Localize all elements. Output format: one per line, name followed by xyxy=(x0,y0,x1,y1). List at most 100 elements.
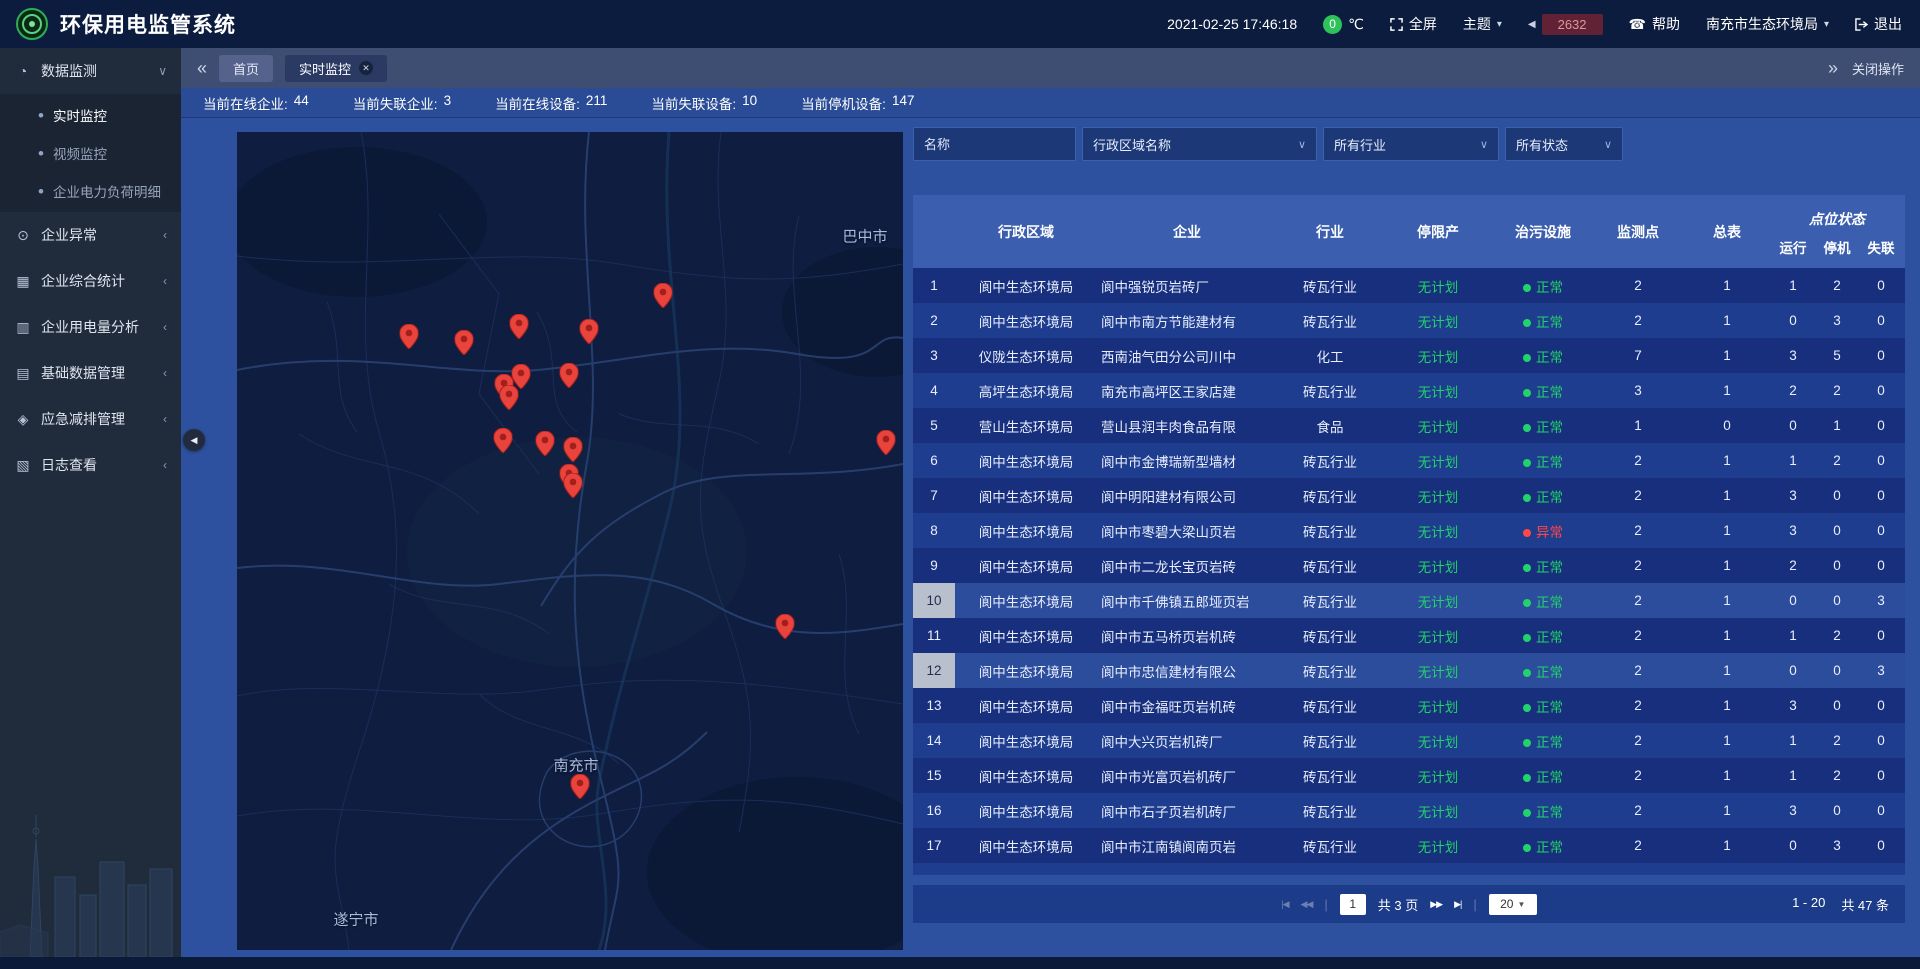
map-pin-icon[interactable] xyxy=(510,314,529,339)
table-row[interactable]: 17阆中生态环境局阆中市江南镇阆南页岩砖瓦行业无计划正常21030 xyxy=(913,828,1905,863)
map-pin-icon[interactable] xyxy=(580,319,599,344)
cell-running: 3 xyxy=(1771,348,1815,363)
name-filter-input[interactable] xyxy=(913,127,1076,161)
table-row[interactable]: 8阆中生态环境局阆中市枣碧大梁山页岩砖瓦行业无计划异常21300 xyxy=(913,513,1905,548)
map-pin-icon[interactable] xyxy=(776,614,795,639)
map-pin-icon[interactable] xyxy=(564,473,583,498)
region-filter-select[interactable]: 行政区域名称 ∨ xyxy=(1082,127,1317,161)
bullet-icon: • xyxy=(38,107,44,124)
table-row[interactable]: 15阆中生态环境局阆中市光富页岩机砖厂砖瓦行业无计划正常21120 xyxy=(913,758,1905,793)
cell-industry: 砖瓦行业 xyxy=(1277,836,1383,856)
table-row[interactable]: 13阆中生态环境局阆中市金福旺页岩机砖砖瓦行业无计划正常21300 xyxy=(913,688,1905,723)
stat-item: 当前在线设备:211 xyxy=(495,93,607,113)
table-row[interactable]: 5营山生态环境局营山县润丰肉食品有限食品无计划正常10010 xyxy=(913,408,1905,443)
cell-total-meters: 1 xyxy=(1683,838,1771,853)
map-pin-icon[interactable] xyxy=(877,430,896,455)
cell-region: 营山生态环境局 xyxy=(955,416,1097,436)
map-pin-icon[interactable] xyxy=(560,363,579,388)
logout-button[interactable]: 退出 xyxy=(1855,14,1902,34)
cell-index: 2 xyxy=(913,303,955,338)
sidebar-item-label: 实时监控 xyxy=(53,105,107,125)
close-operations-button[interactable]: 关闭操作 xyxy=(1852,59,1904,78)
map-pin-icon[interactable] xyxy=(455,330,474,355)
page-size-select[interactable]: 20 ▼ xyxy=(1489,894,1537,915)
table-row[interactable]: 7阆中生态环境局阆中明阳建材有限公司砖瓦行业无计划正常21300 xyxy=(913,478,1905,513)
weather-widget: 0 ℃ xyxy=(1323,15,1364,34)
table-row[interactable]: 16阆中生态环境局阆中市石子页岩机砖厂砖瓦行业无计划正常21300 xyxy=(913,793,1905,828)
status-dot-icon xyxy=(1523,809,1531,817)
sidebar-item-default[interactable]: •企业电力负荷明细 xyxy=(0,172,181,210)
tabs-scroll-right-icon[interactable]: » xyxy=(1828,59,1838,77)
cell-monitor-points: 1 xyxy=(1593,418,1683,433)
log-icon: ▧ xyxy=(14,457,32,474)
table-row[interactable]: 2阆中生态环境局阆中市南方节能建材有砖瓦行业无计划正常21030 xyxy=(913,303,1905,338)
map-pin-icon[interactable] xyxy=(654,283,673,308)
sidebar-item-default[interactable]: •视频监控 xyxy=(0,134,181,172)
page-next-icon[interactable]: ▶▶ xyxy=(1430,899,1442,910)
stat-label: 当前失联企业: xyxy=(353,93,438,113)
cell-region: 阆中生态环境局 xyxy=(955,731,1097,751)
cell-company: 阆中市南方节能建材有 xyxy=(1097,311,1277,331)
cell-lost: 0 xyxy=(1859,768,1903,783)
stat-value: 211 xyxy=(586,93,608,113)
table-row[interactable]: 18南部生态环境局南部县建丰水泥有限公建材行业无计划正常21030 xyxy=(913,863,1905,875)
page-last-icon[interactable]: ▶| xyxy=(1454,899,1461,910)
cell-lost: 0 xyxy=(1859,523,1903,538)
theme-menu[interactable]: 主题 ▾ xyxy=(1463,14,1502,34)
pagination-bar: |◀ ◀◀ | 1 共 3 页 ▶▶ ▶| | 20 ▼ 1 - 20 共 47… xyxy=(913,885,1905,923)
cell-total-meters: 1 xyxy=(1683,663,1771,678)
current-page-input[interactable]: 1 xyxy=(1340,894,1366,915)
map-pin-icon[interactable] xyxy=(494,428,513,453)
sidebar-group-log[interactable]: ▧日志查看‹ xyxy=(0,442,181,488)
sidebar-group-stats[interactable]: ▦企业综合统计‹ xyxy=(0,258,181,304)
map-pin-icon[interactable] xyxy=(536,431,555,456)
status-dot-icon xyxy=(1523,459,1531,467)
help-button[interactable]: ☎ 帮助 xyxy=(1629,14,1680,34)
sidebar-group-alert[interactable]: ⊙企业异常‹ xyxy=(0,212,181,258)
marquee-prev-icon[interactable]: ◀ xyxy=(1528,19,1536,30)
cell-limit-status: 无计划 xyxy=(1383,626,1493,646)
tab-realtime-monitor[interactable]: 实时监控 ✕ xyxy=(285,55,387,82)
table-row[interactable]: 4高坪生态环境局南充市高坪区王家店建砖瓦行业无计划正常31220 xyxy=(913,373,1905,408)
bottom-strip xyxy=(0,957,1920,969)
map-pin-icon[interactable] xyxy=(564,437,583,462)
status-filter-select[interactable]: 所有状态 ∨ xyxy=(1505,127,1623,161)
tab-home[interactable]: 首页 xyxy=(219,55,273,82)
fullscreen-button[interactable]: 全屏 xyxy=(1390,14,1437,34)
table-row[interactable]: 9阆中生态环境局阆中市二龙长宝页岩砖砖瓦行业无计划正常21200 xyxy=(913,548,1905,583)
stat-item: 当前失联设备:10 xyxy=(651,93,757,113)
col-index-header xyxy=(913,195,955,268)
map-pin-icon[interactable] xyxy=(400,324,419,349)
map-pin-icon[interactable] xyxy=(571,774,590,799)
sidebar-item-active[interactable]: • 实时监控 xyxy=(0,96,181,134)
map-pin-icon[interactable] xyxy=(500,385,519,410)
cell-industry: 砖瓦行业 xyxy=(1277,276,1383,296)
filter-bar: 行政区域名称 ∨ 所有行业 ∨ 所有状态 ∨ xyxy=(913,127,1905,161)
org-menu[interactable]: 南充市生态环境局 ▾ xyxy=(1706,14,1829,34)
pager-separator: | xyxy=(1324,897,1327,912)
table-row[interactable]: 1阆中生态环境局阆中强锐页岩砖厂砖瓦行业无计划正常21120 xyxy=(913,268,1905,303)
sidebar-group-database[interactable]: ▤基础数据管理‹ xyxy=(0,350,181,396)
alert-ticker[interactable]: ◀ 2632 xyxy=(1528,14,1603,35)
industry-filter-select[interactable]: 所有行业 ∨ xyxy=(1323,127,1499,161)
cell-running: 1 xyxy=(1771,768,1815,783)
table-row[interactable]: 3仪陇生态环境局西南油气田分公司川中化工无计划正常71350 xyxy=(913,338,1905,373)
table-row[interactable]: 10阆中生态环境局阆中市千佛镇五郎垭页岩砖瓦行业无计划正常21003 xyxy=(913,583,1905,618)
sidebar-group-analysis[interactable]: ▥企业用电量分析‹ xyxy=(0,304,181,350)
table-row[interactable]: 11阆中生态环境局阆中市五马桥页岩机砖砖瓦行业无计划正常21120 xyxy=(913,618,1905,653)
sidebar-group-emergency[interactable]: ◈应急减排管理‹ xyxy=(0,396,181,442)
cell-limit-status: 无计划 xyxy=(1383,801,1493,821)
close-tab-icon[interactable]: ✕ xyxy=(359,61,373,75)
table-row[interactable]: 6阆中生态环境局阆中市金博瑞新型墙材砖瓦行业无计划正常21120 xyxy=(913,443,1905,478)
table-row[interactable]: 12阆中生态环境局阆中市忠信建材有限公砖瓦行业无计划正常21003 xyxy=(913,653,1905,688)
map[interactable]: 巴中市南充市遂宁市 xyxy=(237,132,903,950)
sidebar-group-gauge[interactable]: ◔数据监测∨ xyxy=(0,48,181,94)
table-row[interactable]: 14阆中生态环境局阆中大兴页岩机砖厂砖瓦行业无计划正常21120 xyxy=(913,723,1905,758)
tabs-scroll-left-icon[interactable]: « xyxy=(197,59,207,77)
page-prev-icon[interactable]: ◀◀ xyxy=(1301,899,1313,910)
sidebar-collapse-button[interactable]: ◀ xyxy=(183,429,205,451)
cell-industry: 砖瓦行业 xyxy=(1277,521,1383,541)
cell-region: 阆中生态环境局 xyxy=(955,591,1097,611)
cell-index: 17 xyxy=(913,828,955,863)
page-first-icon[interactable]: |◀ xyxy=(1281,899,1288,910)
